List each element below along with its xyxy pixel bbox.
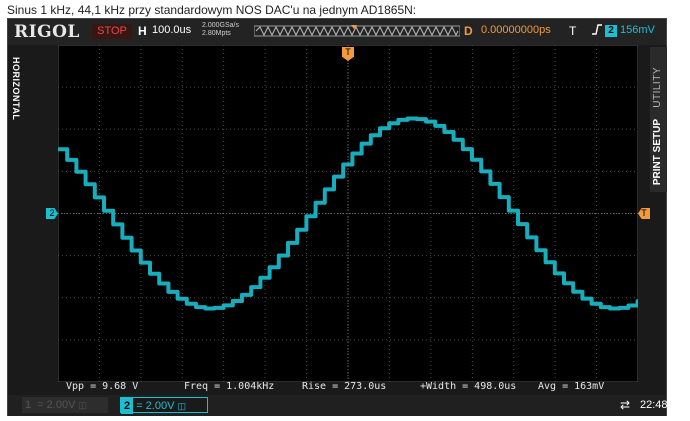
delay-label: D bbox=[464, 24, 473, 38]
measurement-width: +Width = 498.0us bbox=[420, 381, 517, 392]
horizontal-tab-label: HORIZONTAL bbox=[11, 57, 21, 121]
channel-1-scale: = 2.00V bbox=[37, 399, 76, 411]
measurement-rise: Rise = 273.0us bbox=[302, 381, 387, 392]
memory-overview-bar bbox=[254, 25, 460, 37]
memory-depth: 2.80Mpts bbox=[202, 30, 231, 37]
acquisition-info: 2.000GSa/s 2.80Mpts bbox=[202, 22, 239, 38]
clock: 22:48 bbox=[640, 399, 668, 411]
horizontal-menu-tab[interactable]: HORIZONTAL bbox=[9, 53, 24, 143]
measurement-avg: Avg = 163mV bbox=[538, 381, 605, 392]
utility-tab-label[interactable]: UTILITY bbox=[652, 67, 663, 108]
channel-status-bar: 1 = 2.00V ◫ 2 = 2.00V ◫ ⇄ 22:48 bbox=[8, 395, 668, 416]
waveform-display bbox=[58, 45, 638, 382]
brand-logo: RIGOL bbox=[14, 22, 80, 42]
trigger-source-badge[interactable]: 2 bbox=[605, 25, 617, 37]
channel-2-ground-marker[interactable]: 2 bbox=[46, 208, 58, 219]
caption: Sinus 1 kHz, 44,1 kHz przy standardowym … bbox=[7, 3, 417, 17]
run-stop-status[interactable]: STOP bbox=[92, 24, 132, 39]
oscilloscope-screen: RIGOL STOP H 100.0us 2.000GSa/s 2.80Mpts… bbox=[7, 18, 668, 416]
trigger-level-marker[interactable]: T bbox=[638, 208, 650, 219]
channel-1-number: 1 bbox=[25, 399, 32, 411]
channel-2-number: 2 bbox=[121, 398, 134, 414]
delay-value[interactable]: 0.00000000ps bbox=[481, 24, 551, 36]
timebase-value[interactable]: 100.0us bbox=[152, 24, 191, 36]
dc-coupling-icon: ◫ bbox=[78, 400, 87, 410]
horizontal-label: H bbox=[138, 24, 147, 38]
rising-edge-icon bbox=[591, 23, 603, 39]
sample-rate: 2.000GSa/s bbox=[202, 22, 239, 29]
trigger-level-value[interactable]: 156mV bbox=[620, 24, 655, 36]
measurement-vpp: Vpp = 9.68 V bbox=[66, 381, 139, 392]
print-setup-tab-label[interactable]: PRINT SETUP bbox=[652, 119, 663, 185]
usb-icon: ⇄ bbox=[620, 398, 631, 412]
channel-1-indicator[interactable]: 1 = 2.00V ◫ bbox=[22, 397, 108, 413]
trigger-label: T bbox=[569, 24, 577, 38]
top-status-bar: RIGOL STOP H 100.0us 2.000GSa/s 2.80Mpts… bbox=[8, 19, 666, 45]
dc-coupling-icon: ◫ bbox=[177, 401, 186, 411]
channel-2-scale: = 2.00V bbox=[136, 400, 175, 412]
measurement-freq: Freq = 1.004kHz bbox=[184, 381, 275, 392]
channel-2-indicator[interactable]: 2 = 2.00V ◫ bbox=[120, 397, 208, 414]
